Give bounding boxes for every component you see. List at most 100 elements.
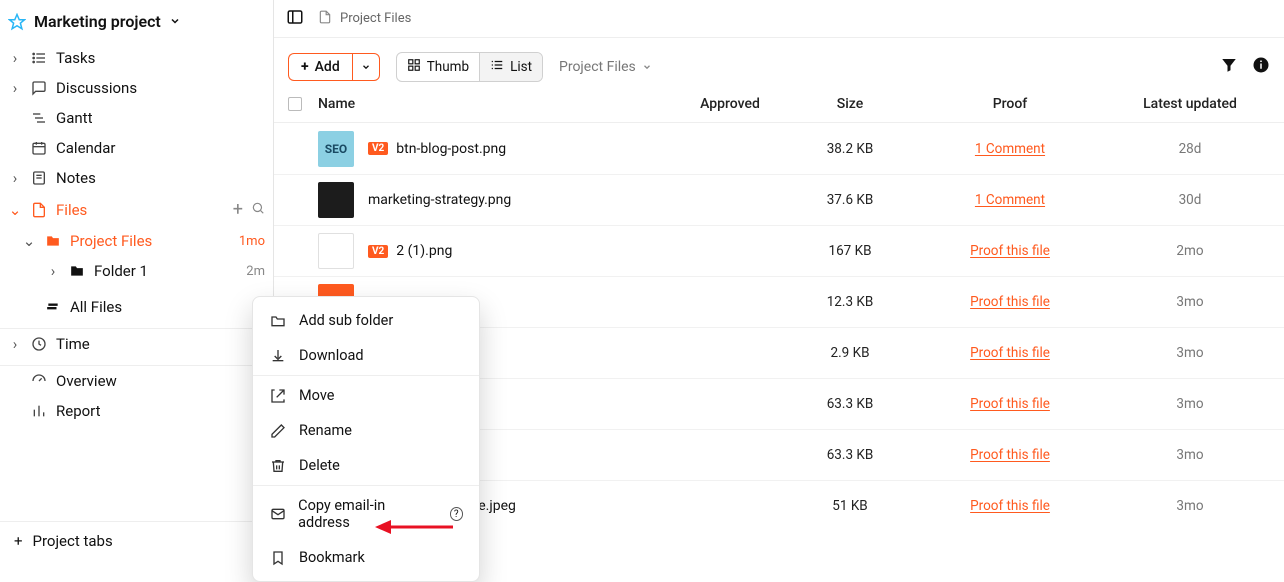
file-icon [318, 10, 332, 28]
col-size-header[interactable]: Size [790, 96, 910, 112]
proof-link[interactable]: 1 Comment [975, 192, 1045, 208]
menu-label: Rename [299, 422, 352, 439]
cell-updated: 28d [1110, 141, 1270, 157]
add-dropdown[interactable] [352, 53, 380, 81]
file-thumbnail [318, 182, 354, 218]
sidebar-item-notes[interactable]: › Notes [0, 163, 273, 193]
sidebar-item-report[interactable]: Report [0, 396, 273, 426]
proof-link[interactable]: Proof this file [970, 243, 1050, 259]
col-approved-header[interactable]: Approved [670, 96, 790, 112]
folder-outline-icon [269, 313, 287, 329]
sidebar-item-label: Gantt [56, 109, 92, 127]
chevron-down-icon [169, 12, 181, 31]
proof-link[interactable]: 1 Comment [975, 141, 1045, 157]
proof-link[interactable]: Proof this file [970, 294, 1050, 310]
pencil-icon [269, 423, 287, 439]
move-icon [269, 388, 287, 404]
folder-selector[interactable]: Project Files [559, 59, 652, 75]
sidebar-all-files[interactable]: All Files [0, 292, 273, 322]
sidebar-item-files[interactable]: ⌄ Files + [0, 193, 273, 226]
menu-download[interactable]: Download [253, 338, 479, 373]
table-row[interactable]: marketing-strategy.png 37.6 KB 1 Comment… [274, 174, 1284, 225]
file-name-text: btn-blog-post.png [396, 141, 506, 157]
mail-icon [269, 506, 286, 522]
sidebar-item-tasks[interactable]: › Tasks [0, 43, 273, 73]
sidebar-item-label: Folder 1 [94, 262, 148, 280]
cell-updated: 30d [1110, 192, 1270, 208]
stack-icon [44, 300, 62, 314]
meta-text: 1mo [239, 234, 265, 249]
menu-move[interactable]: Move [253, 378, 479, 413]
proof-link[interactable]: Proof this file [970, 498, 1050, 514]
cell-updated: 3mo [1110, 294, 1270, 310]
sidebar: Marketing project › Tasks › Discussions [0, 0, 274, 560]
menu-bookmark[interactable]: Bookmark [253, 540, 479, 575]
sidebar-item-time[interactable]: › Time [0, 328, 273, 359]
cell-size: 63.3 KB [790, 396, 910, 412]
menu-add-subfolder[interactable]: Add sub folder [253, 303, 479, 338]
annotation-arrow [375, 517, 455, 537]
menu-rename[interactable]: Rename [253, 413, 479, 448]
cell-size: 37.6 KB [790, 192, 910, 208]
project-tabs-button[interactable]: + Project tabs [0, 521, 273, 560]
sidebar-item-label: Time [56, 335, 90, 353]
info-icon[interactable] [1252, 56, 1270, 78]
chevron-right-icon: › [8, 49, 22, 67]
menu-label: Add sub folder [299, 312, 393, 329]
filter-icon[interactable] [1220, 56, 1238, 78]
chevron-down-icon: ⌄ [8, 201, 22, 219]
project-title: Marketing project [34, 12, 161, 31]
table-row[interactable]: V2 2 (1).png 167 KB Proof this file 2mo [274, 225, 1284, 276]
view-list-button[interactable]: List [479, 53, 542, 81]
panel-toggle-icon[interactable] [286, 8, 304, 30]
trash-icon [269, 458, 287, 474]
col-name-header[interactable]: Name [318, 96, 670, 112]
chart-icon [30, 403, 48, 419]
cell-updated: 3mo [1110, 447, 1270, 463]
file-name-text: marketing-strategy.png [368, 192, 511, 208]
menu-delete[interactable]: Delete [253, 448, 479, 483]
file-thumbnail [318, 233, 354, 269]
add-icon[interactable]: + [233, 199, 243, 220]
table-row[interactable]: SEO V2 btn-blog-post.png 38.2 KB 1 Comme… [274, 123, 1284, 174]
chevron-right-icon: › [8, 335, 22, 353]
project-header[interactable]: Marketing project [0, 0, 273, 39]
col-proof-header[interactable]: Proof [910, 96, 1110, 112]
sidebar-item-label: Files [56, 201, 87, 219]
proof-link[interactable]: Proof this file [970, 447, 1050, 463]
breadcrumb[interactable]: Project Files [318, 10, 411, 28]
sidebar-item-overview[interactable]: Overview [0, 365, 273, 396]
view-label: List [510, 59, 532, 75]
sidebar-item-calendar[interactable]: Calendar [0, 133, 273, 163]
cell-updated: 3mo [1110, 345, 1270, 361]
file-name-text: 2 (1).png [396, 243, 452, 259]
clock-icon [30, 336, 48, 352]
folder-icon [68, 264, 86, 278]
search-icon[interactable] [251, 201, 265, 219]
proof-link[interactable]: Proof this file [970, 396, 1050, 412]
sidebar-folder-1[interactable]: › Folder 1 2m [0, 256, 273, 286]
gauge-icon [30, 373, 48, 389]
view-thumb-button[interactable]: Thumb [397, 53, 479, 81]
file-icon [30, 202, 48, 218]
plus-icon: + [14, 532, 23, 550]
cell-updated: 3mo [1110, 498, 1270, 514]
sidebar-item-discussions[interactable]: › Discussions [0, 73, 273, 103]
version-badge: V2 [368, 142, 388, 155]
file-thumbnail: SEO [318, 131, 354, 167]
note-icon [30, 170, 48, 186]
sidebar-item-label: All Files [70, 298, 122, 316]
toolbar: + Add Thumb List [274, 38, 1284, 90]
cell-updated: 2mo [1110, 243, 1270, 259]
col-updated-header[interactable]: Latest updated [1110, 96, 1270, 112]
select-all-checkbox[interactable] [288, 97, 302, 111]
star-icon [8, 13, 26, 31]
proof-link[interactable]: Proof this file [970, 345, 1050, 361]
breadcrumb-label: Project Files [340, 11, 411, 26]
chevron-right-icon: › [46, 262, 60, 280]
sidebar-project-files[interactable]: ⌄ Project Files 1mo [0, 226, 273, 256]
project-tabs-label: Project tabs [33, 532, 113, 550]
add-button[interactable]: + Add [288, 53, 352, 81]
cell-updated: 3mo [1110, 396, 1270, 412]
sidebar-item-gantt[interactable]: Gantt [0, 103, 273, 133]
